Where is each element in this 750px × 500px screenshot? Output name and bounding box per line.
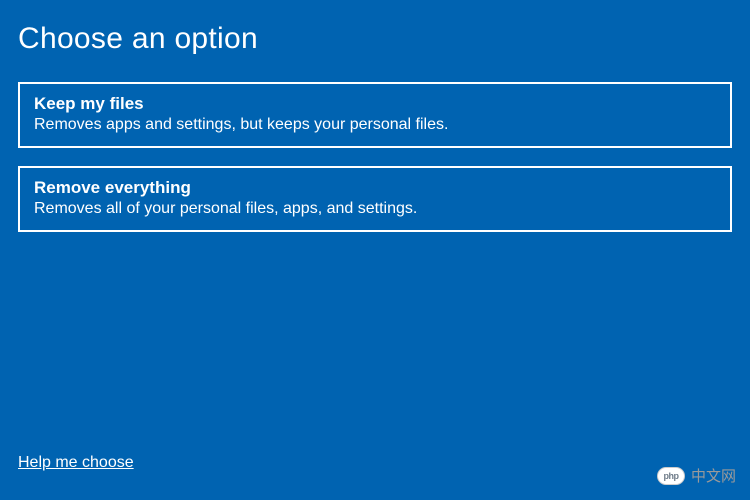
- option-keep-my-files[interactable]: Keep my files Removes apps and settings,…: [18, 82, 732, 148]
- options-list: Keep my files Removes apps and settings,…: [0, 82, 750, 232]
- option-title: Remove everything: [34, 178, 716, 198]
- page-title: Choose an option: [0, 0, 750, 82]
- watermark: php 中文网: [657, 465, 736, 486]
- php-logo-icon: php: [657, 467, 685, 485]
- option-remove-everything[interactable]: Remove everything Removes all of your pe…: [18, 166, 732, 232]
- watermark-text: 中文网: [691, 465, 736, 486]
- option-description: Removes all of your personal files, apps…: [34, 200, 716, 218]
- option-title: Keep my files: [34, 94, 716, 114]
- help-me-choose-link[interactable]: Help me choose: [18, 454, 134, 472]
- option-description: Removes apps and settings, but keeps you…: [34, 116, 716, 134]
